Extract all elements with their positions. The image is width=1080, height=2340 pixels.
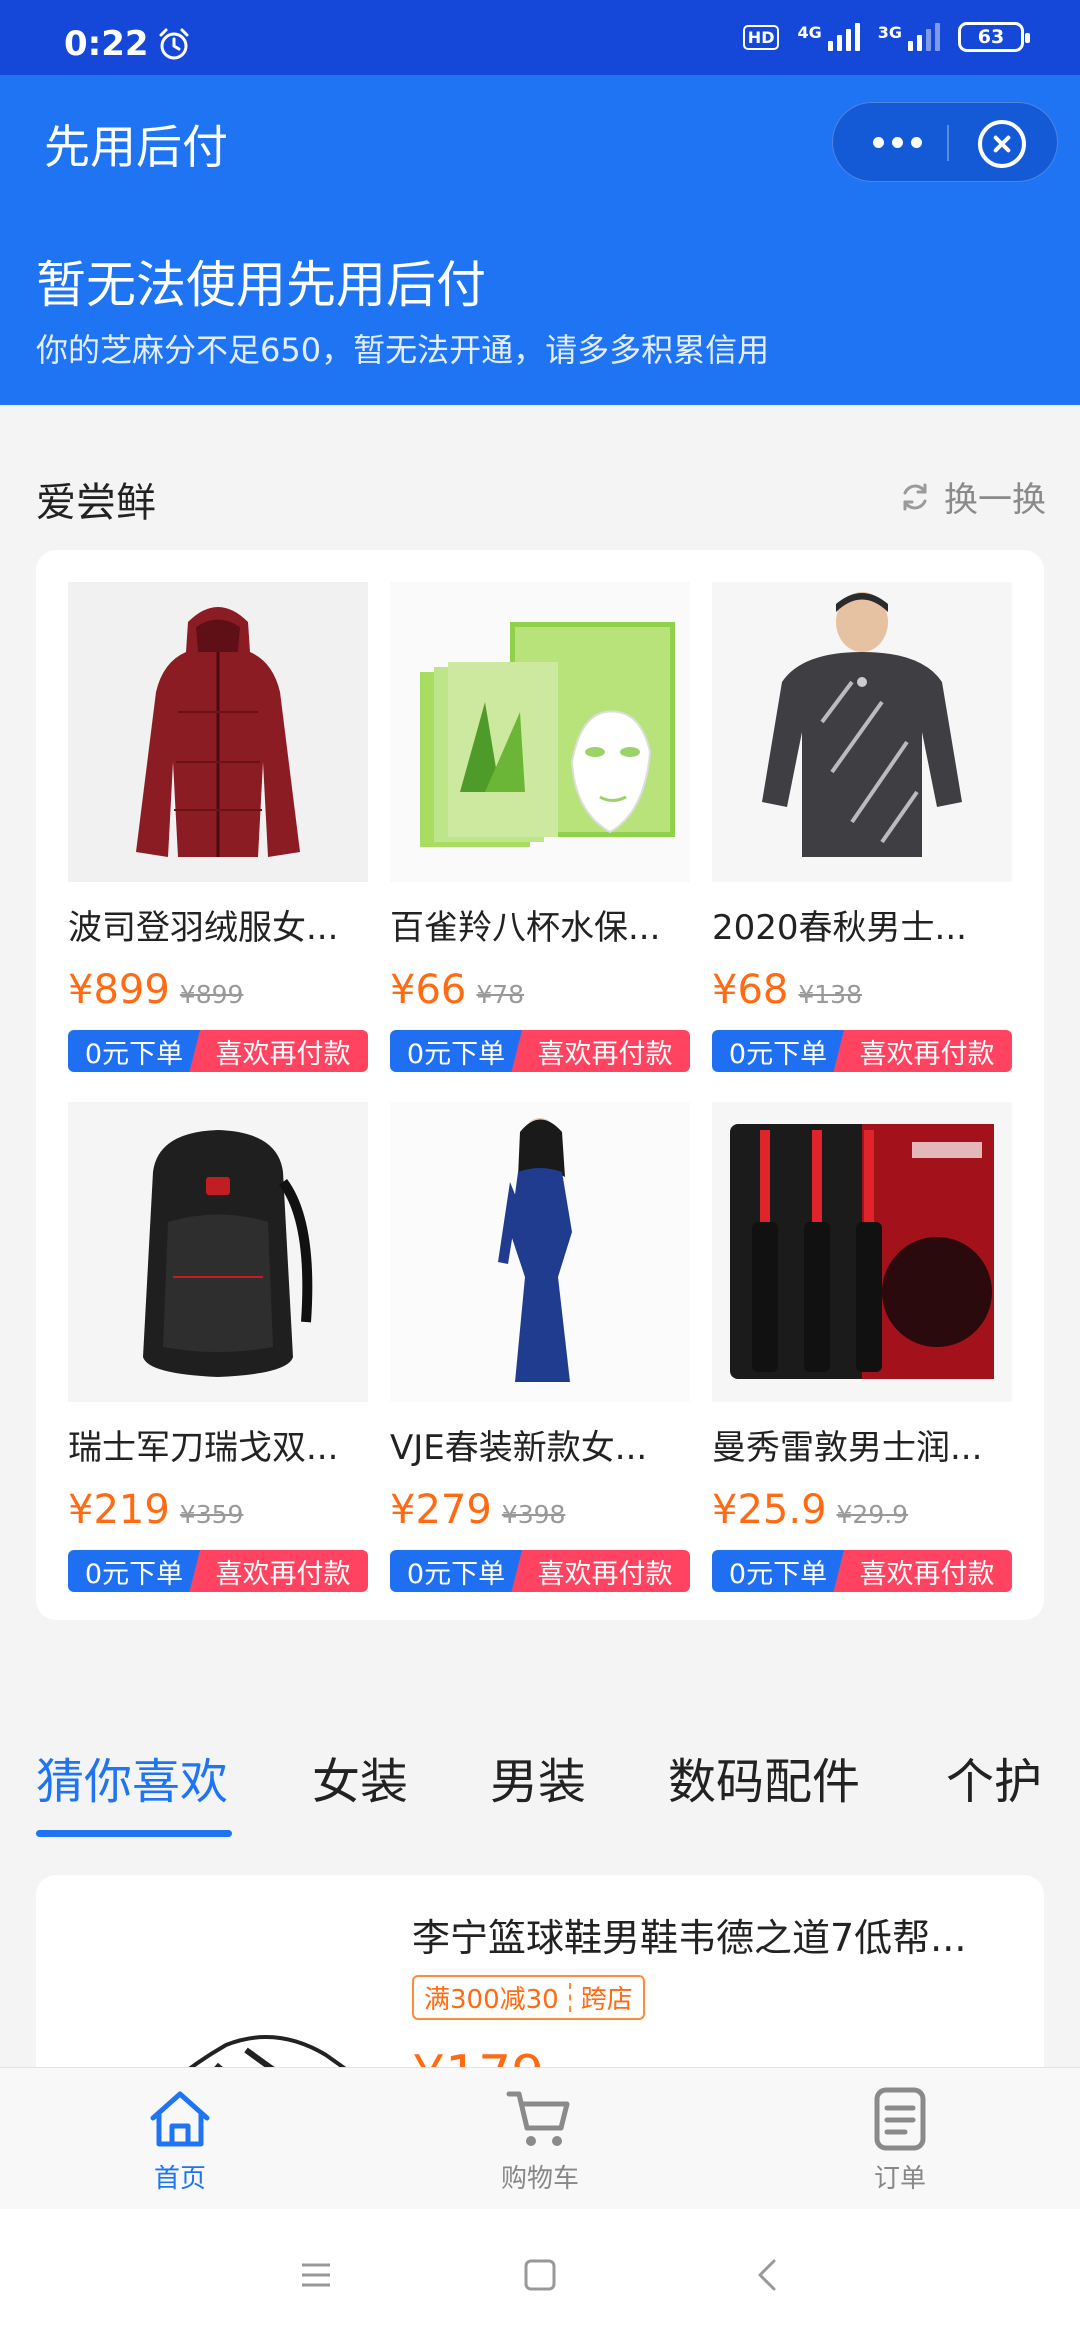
order-icon [874,2087,926,2151]
product-price: ¥899 [68,967,170,1013]
product-original-price: ¥138 [798,980,862,1009]
star-wars-lip-balm-icon [712,1102,1012,1402]
product-item[interactable]: 2020春秋男士... ¥68 ¥138 0元下单 喜欢再付款 [712,582,1012,1082]
battery-icon: 63 [958,22,1030,52]
product-price: ¥219 [68,1487,170,1533]
product-grid: 波司登羽绒服女... ¥899 ¥899 0元下单 喜欢再付款 百雀羚八杯水保.… [68,582,1012,1602]
aloe-face-mask-icon [390,582,690,882]
red-down-jacket-icon [68,582,368,882]
product-card: 波司登羽绒服女... ¥899 ¥899 0元下单 喜欢再付款 百雀羚八杯水保.… [36,550,1044,1620]
refresh-icon [903,483,927,510]
product-price: ¥25.9 [712,1487,827,1533]
promo-badge: 满300减30 跨店 [412,1975,645,2020]
menu-icon[interactable] [298,2257,334,2293]
feed-product-name: 李宁篮球鞋男鞋韦德之道7低帮... [412,1916,967,1960]
refresh-button[interactable]: 换一换 [898,472,1046,521]
product-item[interactable]: VJE春装新款女... ¥279 ¥398 0元下单 喜欢再付款 [390,1102,690,1602]
nav-cart[interactable]: 购物车 [460,2086,620,2195]
mini-app-capsule [832,102,1058,182]
black-backpack-icon [68,1102,368,1402]
cart-icon [506,2091,570,2146]
product-name: 波司登羽绒服女... [68,908,339,948]
alarm-icon [159,28,189,60]
status-headline: 暂无法使用先用后付 [36,256,486,314]
pay-later-tag: 0元下单 喜欢再付款 [68,1030,368,1072]
header: 先用后付 暂无法使用先用后付 你的芝麻分不足650，暂无法开通，请多多积累信用 [0,75,1080,405]
pay-later-tag: 0元下单 喜欢再付款 [390,1030,690,1072]
section-title: 爱尝鲜 [36,480,156,526]
product-original-price: ¥899 [179,980,244,1009]
product-price: ¥68 [712,967,789,1013]
status-bar: 0:22 HD 4G 3G 63 [0,0,1080,75]
tab-guess-you-like[interactable]: 猜你喜欢 [36,1742,228,1812]
status-subline: 你的芝麻分不足650，暂无法开通，请多多积累信用 [36,331,770,369]
product-name: 瑞士军刀瑞戈双... [68,1428,339,1468]
tab-personal-care[interactable]: 个护 [946,1742,1042,1812]
system-nav-bar [0,2209,1080,2340]
tab-indicator [36,1830,232,1837]
back-icon[interactable] [750,2257,786,2293]
blue-dress-icon [390,1102,690,1402]
more-icon[interactable] [873,137,922,148]
bottom-nav: 首页 购物车 订单 [0,2067,1080,2209]
product-name: VJE春装新款女... [390,1428,648,1468]
category-tabs: 猜你喜欢 女装 男装 数码配件 个护 [0,1720,1080,1840]
signal-3g-icon: 3G [878,23,940,51]
tab-mens[interactable]: 男装 [490,1742,586,1812]
product-name: 2020春秋男士... [712,908,967,948]
home-square-icon[interactable] [522,2257,558,2293]
pay-later-tag: 0元下单 喜欢再付款 [712,1550,1012,1592]
product-item[interactable]: 瑞士军刀瑞戈双... ¥219 ¥359 0元下单 喜欢再付款 [68,1102,368,1602]
page-title: 先用后付 [44,120,228,174]
close-icon[interactable] [978,120,1026,168]
product-original-price: ¥398 [501,1500,566,1529]
hd-badge: HD [742,24,780,50]
status-time: 0:22 [64,24,149,64]
product-original-price: ¥78 [476,980,525,1009]
product-name: 曼秀雷敦男士润... [712,1428,983,1468]
product-price: ¥66 [390,967,467,1013]
pay-later-tag: 0元下单 喜欢再付款 [68,1550,368,1592]
product-original-price: ¥29.9 [836,1500,909,1529]
product-price: ¥279 [390,1487,492,1533]
tab-womens[interactable]: 女装 [312,1742,408,1812]
mens-sweater-icon [712,582,1012,882]
nav-orders[interactable]: 订单 [820,2086,980,2195]
tab-digital-accessories[interactable]: 数码配件 [668,1742,860,1812]
product-item[interactable]: 曼秀雷敦男士润... ¥25.9 ¥29.9 0元下单 喜欢再付款 [712,1102,1012,1602]
product-item[interactable]: 百雀羚八杯水保... ¥66 ¥78 0元下单 喜欢再付款 [390,582,690,1082]
product-item[interactable]: 波司登羽绒服女... ¥899 ¥899 0元下单 喜欢再付款 [68,582,368,1082]
home-icon [150,2091,210,2147]
product-original-price: ¥359 [179,1500,244,1529]
product-name: 百雀羚八杯水保... [390,908,661,948]
signal-4g-icon: 4G [797,23,860,51]
nav-home[interactable]: 首页 [100,2086,260,2195]
pay-later-tag: 0元下单 喜欢再付款 [390,1550,690,1592]
pay-later-tag: 0元下单 喜欢再付款 [712,1030,1012,1072]
